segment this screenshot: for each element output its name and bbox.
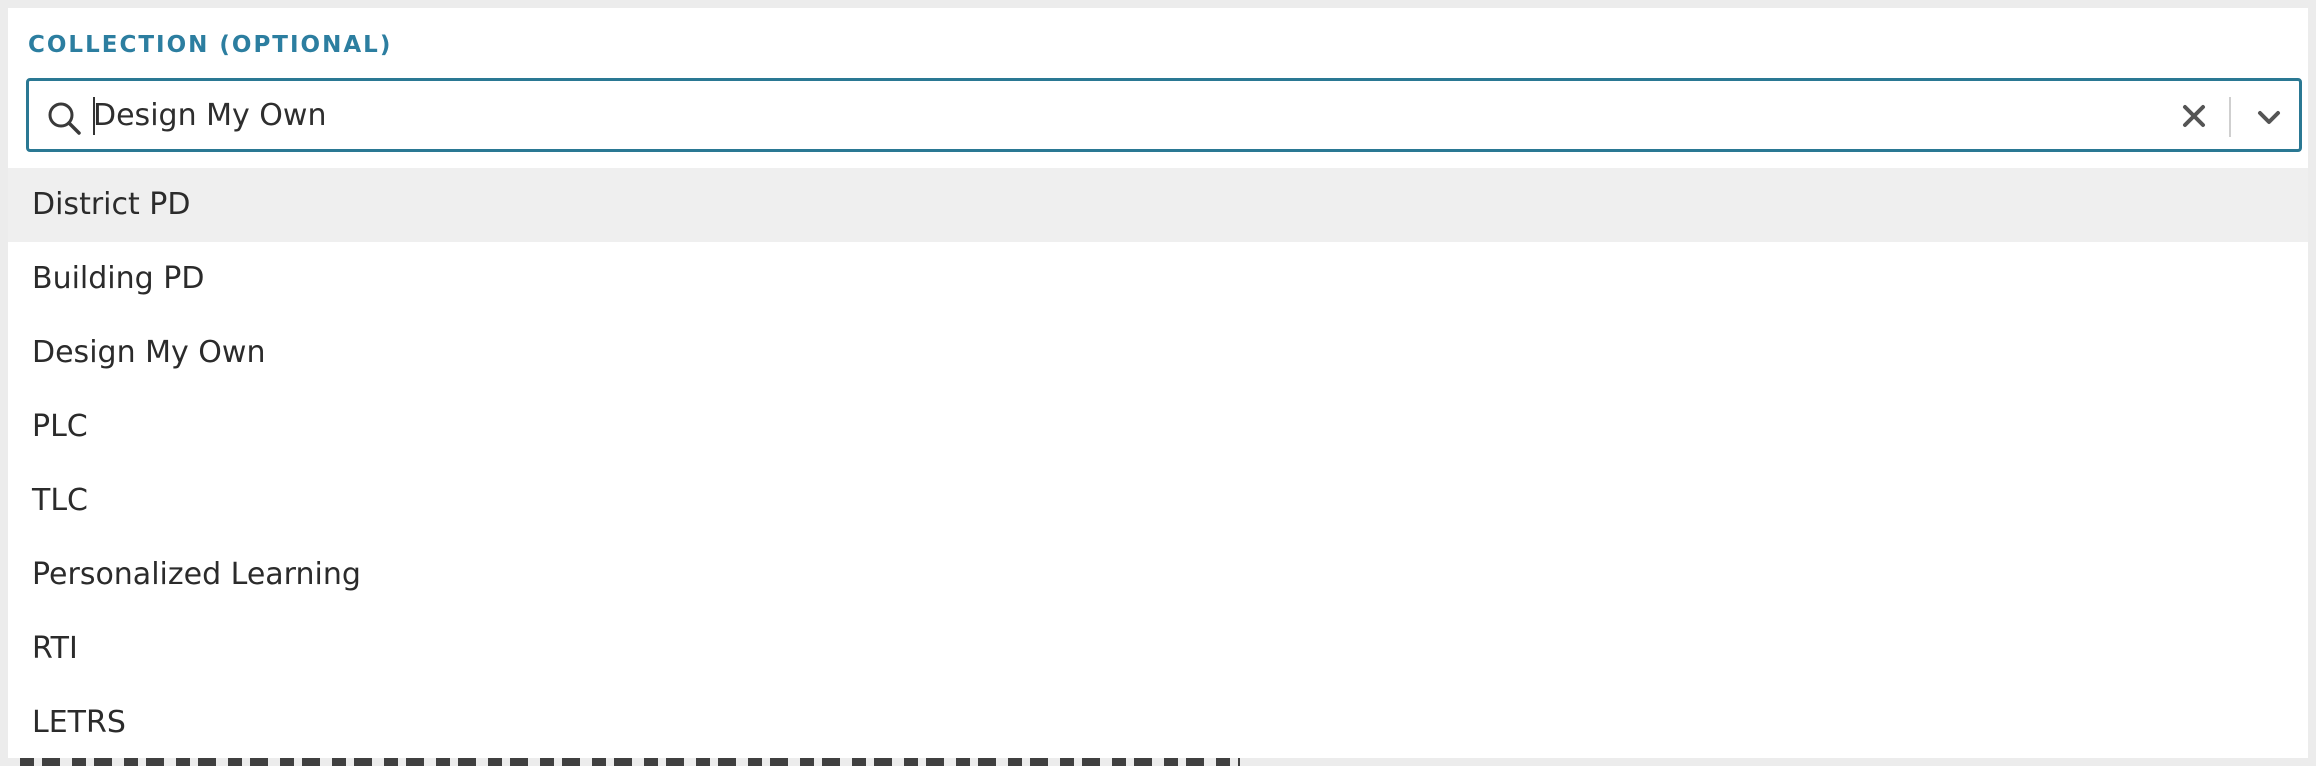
chevron-down-icon[interactable] [2255,103,2283,131]
clipped-text-fragment [20,758,1240,766]
clear-icon[interactable] [2179,101,2209,131]
option-plc[interactable]: PLC [8,390,2308,464]
option-letrs[interactable]: LETRS [8,686,2308,760]
text-cursor [93,97,95,135]
option-tlc[interactable]: TLC [8,464,2308,538]
option-design-my-own[interactable]: Design My Own [8,316,2308,390]
page: COLLECTION (OPTIONAL) District PD Buildi… [0,0,2316,766]
collection-select[interactable] [26,78,2302,152]
option-district-pd[interactable]: District PD [8,168,2308,242]
option-rti[interactable]: RTI [8,612,2308,686]
search-icon [48,102,81,135]
collection-search-input[interactable] [93,91,2093,139]
obscured-background-content [8,758,2308,766]
collection-field-label: COLLECTION (OPTIONAL) [28,32,393,58]
option-personalized-learning[interactable]: Personalized Learning [8,538,2308,612]
option-building-pd[interactable]: Building PD [8,242,2308,316]
dropdown-menu: District PD Building PD Design My Own PL… [8,168,2308,758]
indicator-separator [2229,97,2231,137]
